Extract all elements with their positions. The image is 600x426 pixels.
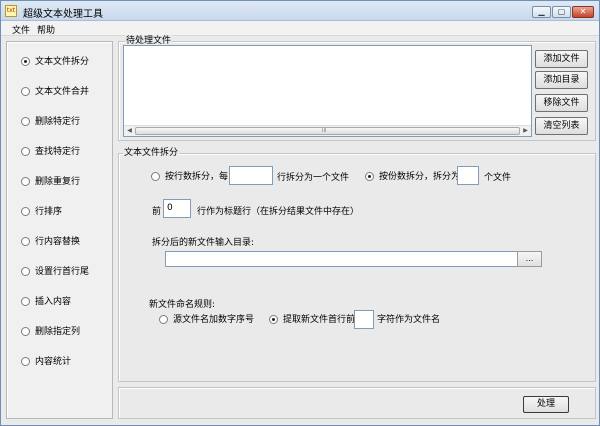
radio-icon[interactable] [21,57,30,66]
naming-chars-suffix: 字符作为文件名 [377,315,441,325]
radio-label: 文本文件合并 [35,87,90,97]
split-settings-group: 文本文件拆分 按行数拆分，每 行拆分为一个文件 按份数拆分，拆分为 个文件 前 … [118,147,596,382]
main-window: txt 超级文本处理工具 ▁ ▢ ✕ 文件 帮助 文本文件拆分 文本文件合并 删… [0,0,600,426]
header-lines-suffix: 行作为标题行（在拆分结果文件中存在） [197,207,360,217]
close-icon: ✕ [579,7,587,16]
radio-label: 行排序 [35,207,63,217]
radio-label: 文本文件拆分 [35,57,90,67]
output-dir-label: 拆分后的新文件输入目录: [152,238,255,248]
radio-label: 删除重复行 [35,177,81,187]
radio-label: 源文件名加数字序号 [173,315,255,325]
radio-label: 提取新文件首行前 [283,315,356,325]
minimize-button[interactable]: ▁ [532,6,551,18]
file-list[interactable]: ◀ III ▶ [123,45,532,137]
radio-icon[interactable] [21,297,30,306]
menu-file[interactable]: 文件 [12,23,30,36]
scroll-left-icon[interactable]: ◀ [124,126,135,136]
radio-icon[interactable] [269,315,278,324]
radio-label: 插入内容 [35,297,72,307]
title-bar[interactable]: txt 超级文本处理工具 ▁ ▢ ✕ [1,1,599,21]
process-button[interactable]: 处理 [523,396,569,413]
output-dir-input[interactable] [165,251,518,267]
radio-icon[interactable] [21,267,30,276]
add-file-button[interactable]: 添加文件 [535,50,588,68]
close-button[interactable]: ✕ [572,6,594,18]
add-dir-button[interactable]: 添加目录 [535,71,588,89]
header-lines-input[interactable]: 0 [163,199,191,218]
radio-label: 删除特定行 [35,117,81,127]
radio-label: 内容统计 [35,357,72,367]
radio-icon[interactable] [159,315,168,324]
lines-per-file-input[interactable] [229,166,273,185]
radio-label: 查找特定行 [35,147,81,157]
radio-label: 删除指定列 [35,327,81,337]
maximize-button[interactable]: ▢ [552,6,571,18]
radio-icon[interactable] [21,87,30,96]
browse-button[interactable]: ... [517,251,542,267]
naming-chars-input[interactable] [354,310,374,329]
radio-icon[interactable] [151,172,160,181]
radio-icon[interactable] [21,207,30,216]
radio-icon[interactable] [365,172,374,181]
radio-icon[interactable] [21,177,30,186]
radio-icon[interactable] [21,147,30,156]
radio-icon[interactable] [21,327,30,336]
window-title: 超级文本处理工具 [23,9,103,20]
header-prefix: 前 [152,207,162,217]
action-bar: 处理 [118,387,596,419]
naming-rule-label: 新文件命名规则: [149,300,216,310]
scroll-right-icon[interactable]: ▶ [520,126,531,136]
app-icon: txt [5,5,17,17]
radio-label: 按行数拆分，每 [165,172,229,182]
clear-list-button[interactable]: 清空列表 [535,117,588,135]
radio-label: 设置行首行尾 [35,267,90,277]
pending-files-group: 待处理文件 ◀ III ▶ 添加文件 添加目录 移除文件 清空列表 [118,35,596,141]
menu-bar: 文件 帮助 [1,21,599,36]
minimize-icon: ▁ [538,7,545,16]
horizontal-scrollbar[interactable]: ◀ III ▶ [124,125,531,136]
radio-label: 按份数拆分，拆分为 [379,172,461,182]
parts-count-suffix: 个文件 [484,173,512,183]
remove-file-button[interactable]: 移除文件 [535,94,588,112]
function-list: 文本文件拆分 文本文件合并 删除特定行 查找特定行 删除重复行 行排序 行内容替… [6,41,113,419]
lines-per-file-suffix: 行拆分为一个文件 [277,173,350,183]
radio-icon[interactable] [21,117,30,126]
radio-icon[interactable] [21,357,30,366]
group-title: 文本文件拆分 [123,147,180,159]
radio-label: 行内容替换 [35,237,81,247]
menu-help[interactable]: 帮助 [37,23,55,36]
scroll-thumb[interactable]: III [135,127,520,135]
maximize-icon: ▢ [557,7,566,16]
scroll-grip: III [322,128,327,134]
radio-icon[interactable] [21,237,30,246]
parts-count-input[interactable] [457,166,479,185]
